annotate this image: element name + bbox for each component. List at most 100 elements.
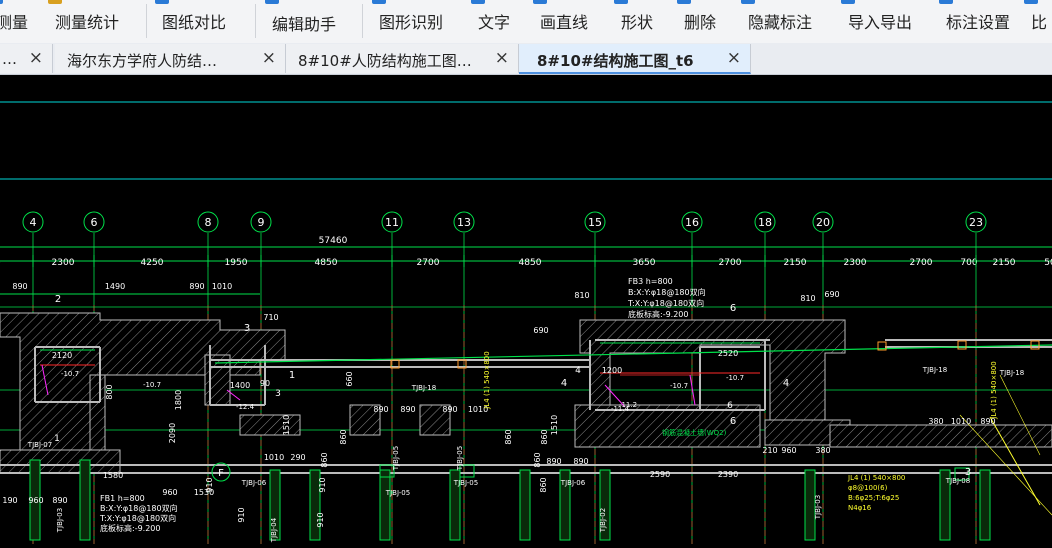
beam-label: TJBJ-18 [922, 366, 947, 374]
vertical-dimension: 860 [540, 429, 549, 444]
dimension-text: 290 [290, 453, 305, 462]
room-number: 3 [244, 323, 250, 334]
toolbar-label: 图纸对比 [162, 13, 227, 32]
dimension-text: 4850 [519, 258, 542, 268]
hatched-wall [0, 449, 121, 474]
beam-label: TJBJ-02 [599, 508, 607, 533]
axis-label: 18 [758, 216, 772, 229]
close-tab-icon[interactable]: × [727, 48, 741, 68]
note-text: FB3 h=800 [628, 277, 673, 286]
toolbar-label: 编辑助手 [272, 15, 337, 34]
room-number: 3 [275, 389, 281, 399]
note-text: B:X:Y:φ18@180双向 [100, 503, 178, 513]
room-number: 4 [561, 378, 567, 389]
close-tab-icon[interactable]: × [262, 48, 276, 68]
vertical-dimension: 860 [504, 429, 513, 444]
beam-label: TJBJ-04 [270, 517, 278, 543]
drawing-canvas[interactable]: 4689111315161820235746052300425019504850… [0, 75, 1052, 544]
dimension-text: 210 [762, 446, 777, 455]
close-tab-icon[interactable]: × [29, 48, 43, 68]
axis-label: 4 [30, 216, 37, 229]
dimension-text: 690 [533, 326, 548, 335]
tab-label: 8#10#人防结构施工图… [298, 52, 472, 70]
dimension-text: 50 [1044, 258, 1052, 268]
toolbar-label: 画直线 [540, 13, 589, 32]
vertical-dimension: 910 [205, 477, 214, 492]
room-number: 1 [289, 370, 295, 381]
dimension-text: 1400 [230, 381, 250, 390]
cad-drawing[interactable]: 4689111315161820235746052300425019504850… [0, 75, 1052, 544]
elevation-label: -12.4 [236, 403, 255, 411]
elevation-label: -11.2 [619, 401, 637, 409]
hatched-wall [829, 424, 1052, 448]
vertical-dimension: 1510 [550, 415, 559, 435]
toolbar-icon [1024, 0, 1038, 4]
beam-label: TJBJ-07 [27, 441, 52, 449]
wall-note: 钢筋混凝土墙(WQ2) [662, 428, 727, 437]
column-strip [379, 469, 391, 541]
close-tab-icon[interactable]: × [495, 48, 509, 68]
beam-label: TJBJ-03 [56, 508, 64, 533]
vertical-dimension: 1800 [174, 390, 183, 410]
toolbar-label: 形状 [621, 13, 654, 32]
dimension-text: 890 [52, 496, 67, 505]
room-number: 4 [575, 366, 581, 376]
column-strip [979, 469, 991, 541]
dimension-text: 2390 [718, 470, 738, 479]
dimension-text: 1010 [951, 417, 971, 426]
elevation-label: -10.7 [61, 370, 79, 378]
dimension-text: 810 [574, 291, 589, 300]
dimension-text: 1200 [602, 366, 622, 375]
dimension-text: 2520 [718, 349, 738, 358]
toolbar-icon [939, 0, 953, 4]
vertical-dimension: 910 [318, 477, 327, 492]
dimension-text: 90 [260, 379, 270, 388]
toolbar-icon [614, 0, 628, 4]
dimension-text: 2150 [993, 258, 1016, 268]
beam-label: TJBJ-05 [453, 479, 478, 487]
dimension-text: 890 [546, 457, 561, 466]
dimension-text: 380 [928, 417, 943, 426]
document-tab[interactable]: 海尔东方学府人防结… × [55, 44, 286, 73]
dimension-text: 380 [815, 446, 830, 455]
vertical-dimension: 860 [320, 452, 329, 467]
toolbar-icon [533, 0, 547, 4]
vertical-dimension: 660 [345, 371, 354, 386]
dimension-text: 890 [373, 405, 388, 414]
note-text: 底板标高:-9.200 [100, 523, 160, 533]
dimension-text: 1580 [103, 471, 123, 480]
document-tab[interactable]: 8#10#结构施工图_t6 × [519, 44, 751, 74]
note-text: T:X:Y:φ18@180双向 [99, 513, 176, 523]
dimension-text: 2700 [417, 258, 440, 268]
document-tab[interactable]: … × [0, 44, 53, 73]
toolbar-label: 测量 [0, 13, 29, 32]
beam-note: JL4 (1) 540×800 [990, 361, 998, 419]
dimension-text: 890 [12, 282, 27, 291]
toolbar-label: 图形识别 [379, 13, 444, 32]
toolbar-icon [265, 0, 279, 4]
vertical-dimension: 860 [539, 477, 548, 492]
dimension-text: 960 [781, 446, 796, 455]
dimension-text: 2590 [650, 470, 670, 479]
toolbar-icon [677, 0, 691, 4]
dimension-text: 690 [824, 290, 839, 299]
dimension-text: 1490 [105, 282, 125, 291]
room-number: 2 [55, 294, 61, 305]
axis-label: 20 [816, 216, 830, 229]
dimension-text: 710 [263, 313, 278, 322]
vertical-dimension: 860 [339, 429, 348, 444]
hatched-wall [239, 414, 301, 436]
toolbar-label: 删除 [684, 13, 717, 32]
dimension-text: 2150 [784, 258, 807, 268]
document-tab[interactable]: 8#10#人防结构施工图… × [286, 44, 519, 73]
vertical-dimension: 1510 [282, 415, 291, 435]
dimension-text: 890 [189, 282, 204, 291]
toolbar-separator [255, 4, 256, 38]
dimension-text: 960 [28, 496, 43, 505]
beam-label: TJBJ-05 [392, 446, 400, 471]
note-text: T:X:Y:φ18@180双向 [627, 298, 704, 308]
toolbar-icon [741, 0, 755, 4]
tab-bar: … × 海尔东方学府人防结… × 8#10#人防结构施工图… × 8#10#结构施工图_t6… [0, 43, 1052, 75]
toolbar-separator [146, 4, 147, 38]
dimension-text: 1950 [225, 258, 248, 268]
